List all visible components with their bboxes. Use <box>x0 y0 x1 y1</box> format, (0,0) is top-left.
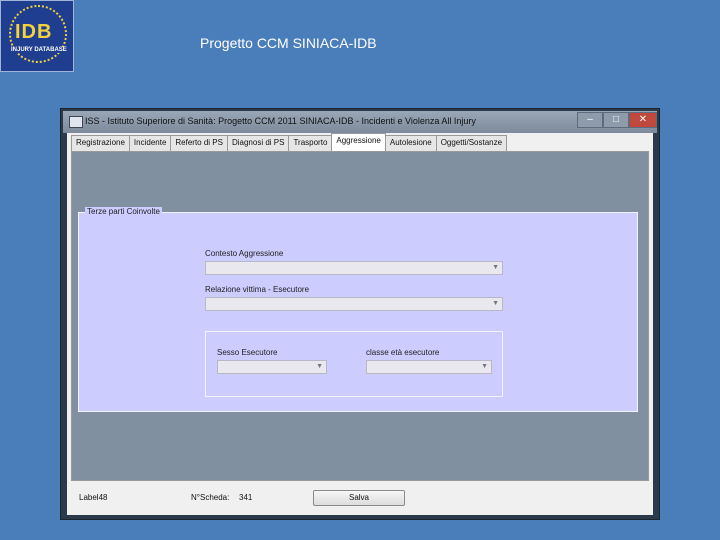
esecutore-group: Sesso Esecutore ▼ classe età esecutore ▼ <box>205 331 503 397</box>
sesso-select[interactable]: ▼ <box>217 360 327 374</box>
relazione-label: Relazione vittima - Esecutore <box>205 285 310 294</box>
save-button[interactable]: Salva <box>313 490 405 506</box>
contesto-label: Contesto Aggressione <box>205 249 284 258</box>
tab-trasporto[interactable]: Trasporto <box>288 135 333 151</box>
classe-label: classe età esecutore <box>366 348 440 357</box>
close-button[interactable]: ✕ <box>629 112 657 128</box>
status-label: Label48 <box>79 493 108 502</box>
chevron-down-icon: ▼ <box>481 363 488 370</box>
tab-referto-di-ps[interactable]: Referto di PS <box>170 135 228 151</box>
chevron-down-icon: ▼ <box>492 264 499 271</box>
idb-logo: IDB INJURY DATABASE <box>0 0 74 72</box>
tab-registrazione[interactable]: Registrazione <box>71 135 130 151</box>
sesso-label: Sesso Esecutore <box>217 348 278 357</box>
group-title: Terze parti Coinvolte <box>85 207 162 216</box>
tab-incidente[interactable]: Incidente <box>128 135 172 151</box>
chevron-down-icon: ▼ <box>316 363 323 370</box>
logo-text: IDB <box>15 21 53 43</box>
scheda-label: N°Scheda: <box>191 493 230 502</box>
chevron-down-icon: ▼ <box>492 300 499 307</box>
logo-subtitle: INJURY DATABASE <box>9 47 69 53</box>
app-icon <box>69 116 83 128</box>
window-client: Registrazione Incidente Referto di PS Di… <box>67 133 653 515</box>
terze-parti-group: Terze parti Coinvolte Contesto Aggressio… <box>78 207 638 412</box>
tab-aggressione[interactable]: Aggressione <box>331 133 386 151</box>
tab-strip: Registrazione Incidente Referto di PS Di… <box>71 133 508 151</box>
tab-diagnosi-di-ps[interactable]: Diagnosi di PS <box>226 135 290 151</box>
classe-select[interactable]: ▼ <box>366 360 492 374</box>
tab-autolesione[interactable]: Autolesione <box>384 135 437 151</box>
tab-oggetti-sostanze[interactable]: Oggetti/Sostanze <box>435 135 508 151</box>
status-bar: Label48 N°Scheda: 341 Salva <box>67 481 653 515</box>
minimize-button[interactable]: – <box>577 112 603 128</box>
slide-title: Progetto CCM SINIACA-IDB <box>200 35 377 51</box>
window-titlebar[interactable]: ISS - Istituto Superiore di Sanità: Prog… <box>63 111 657 133</box>
app-window: ISS - Istituto Superiore di Sanità: Prog… <box>60 108 660 520</box>
window-title: ISS - Istituto Superiore di Sanità: Prog… <box>85 116 476 126</box>
relazione-select[interactable]: ▼ <box>205 297 503 311</box>
maximize-button[interactable]: □ <box>603 112 629 128</box>
tab-panel-aggressione: Terze parti Coinvolte Contesto Aggressio… <box>71 151 649 481</box>
contesto-select[interactable]: ▼ <box>205 261 503 275</box>
scheda-value: 341 <box>239 493 253 502</box>
